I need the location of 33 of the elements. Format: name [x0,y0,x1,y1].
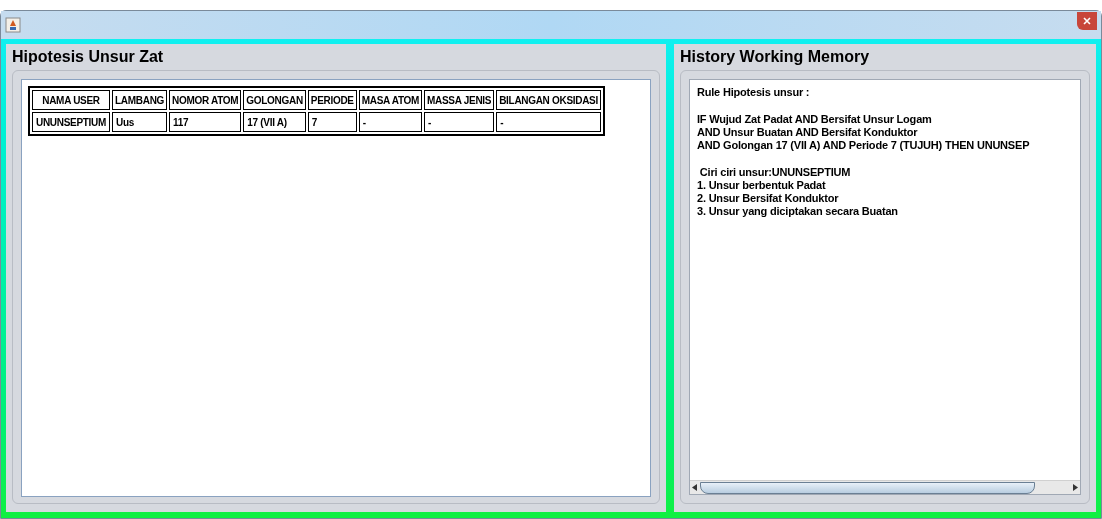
column-header: GOLONGAN [243,90,306,110]
panel-title: History Working Memory [680,47,871,67]
table-cell: 17 (VII A) [243,112,306,132]
text-line: Ciri ciri unsur:UNUNSEPTIUM [698,166,851,179]
panel-title: Hipotesis Unsur Zat [12,47,165,67]
text-line: IF Wujud Zat Padat AND Bersifat Unsur Logam [697,113,932,126]
horizontal-scrollbar[interactable] [690,480,1080,494]
text-line: 1. Unsur berbentuk Padat [697,179,826,192]
column-header: PERIODE [307,90,357,110]
table-cell: - [496,112,601,132]
table-cell: 7 [307,112,357,132]
close-icon [1083,17,1091,25]
scroll-right-icon[interactable] [1072,484,1078,491]
table-cell: UNUNSEPTIUM [32,112,111,132]
scroll-left-icon[interactable] [692,484,698,491]
scrollbar-thumb[interactable] [700,481,1035,494]
text-line: AND Golongan 17 (VII A) AND Periode 7 (TUJUH) THEN UNUNSEP [697,139,1030,152]
table-cell: - [424,112,495,132]
column-header: LAMBANG [112,90,168,110]
text-line: AND Unsur Buatan AND Bersifat Konduktor [697,126,918,139]
text-line: 3. Unsur yang diciptakan secara Buatan [697,205,898,218]
table-cell: 117 [169,112,242,132]
column-header: BILANGAN OKSIDASI [496,90,601,110]
close-button[interactable] [1077,12,1097,30]
app-icon [5,17,21,33]
column-header: NAMA USER [32,90,111,110]
text-line: 2. Unsur Bersifat Konduktor [697,192,839,205]
table-cell: Uus [112,112,168,132]
table-cell: - [358,112,423,132]
text-line: Rule Hipotesis unsur : [697,86,810,99]
column-header: NOMOR ATOM [169,90,242,110]
column-header: MASA ATOM [358,90,423,110]
column-header: MASSA JENIS [424,90,495,110]
